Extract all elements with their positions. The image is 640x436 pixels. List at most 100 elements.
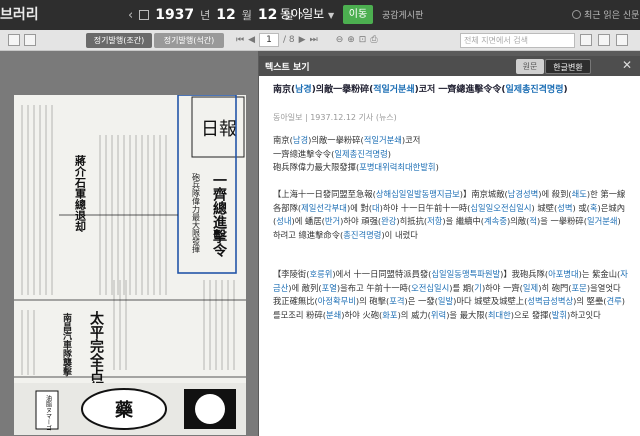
share-board-link[interactable]: 공감게시판 [382,8,423,21]
top-bar: 브러리 ‹ 1937 년 12 월 12 일 › 동아일보 ▼ 이동 공감게시판… [0,0,640,30]
left-headline-3: 南昌汽車隊襲擊 [61,312,73,377]
text-segment: )은 一發( [404,296,438,306]
month-value[interactable]: 12 [216,7,235,23]
hangul-reading: 호릉위 [309,269,333,279]
hangul-reading: 아정확무비 [317,296,356,306]
hangul-reading: 일발 [437,296,454,306]
year-suffix: 년 [200,9,211,22]
text-segment: )을布고 午前十一時( [336,282,412,293]
text-segment: 【李陵街( [273,269,310,279]
hangul-reading: 상해십일일발동맹지급보 [375,189,460,199]
newspaper-scan-area[interactable]: 日報 一齊總進擊令 砲兵隊偉力最大限發揮 蔣介石軍總退却 太平完全占領 南昌汽車… [0,51,258,436]
chevron-down-icon: ▼ [328,11,335,20]
hangul-reading: 일제 [522,282,539,293]
hangul-reading: 최대한 [487,309,511,320]
page-input[interactable]: 1 [259,33,280,47]
pager: ⏮ ◀ 1 / 8 ▶ ⏭ ⊖ ⊕ ⊡ ⎙ [236,33,378,47]
grid-icon[interactable] [24,34,36,46]
year-value[interactable]: 1937 [155,7,194,23]
text-segment: )하야 火砲( [341,309,383,320]
last-page-icon[interactable]: ⏭ [310,35,318,45]
text-segment: )하고잇다 [567,309,601,320]
list-icon[interactable] [8,34,20,46]
hangul-reading: 저항 [427,216,443,226]
text-segment: )을 繼續中( [442,216,485,226]
text-segment: 【上海十一日發同盟至急報( [273,189,376,199]
hangul-reading: 화포 [382,309,398,320]
text-segment: )으로 發揮( [510,309,552,320]
clock-icon [572,10,581,19]
hangul-reading: 쇄도 [571,189,587,199]
hangul-reading: 총진격명령 [343,229,382,240]
go-button[interactable]: 이동 [343,5,373,24]
title-seg: )코저 一齊總進擊令令( [414,85,506,95]
text-segment: )】南京城敵( [459,189,508,199]
text-segment: )에 敵列( [288,282,322,293]
subhead-line: 一齊總進擊令令(일제총진격명령) [273,148,628,162]
hangul-reading: 완강 [381,216,397,226]
hangul-reading: 포격 [389,296,405,306]
zoom-out-icon[interactable]: ⊖ [336,35,344,45]
title-seg-hl: 남경 [295,85,312,95]
hangul-convert-button[interactable]: 한글변환 [545,59,591,74]
text-segment: )히抵抗( [396,216,428,226]
tab-morning-edition[interactable]: 정기발행(조간) [86,33,152,48]
newspaper-select[interactable]: 동아일보 ▼ [280,5,334,22]
recent-papers-link[interactable]: 최근 읽은 신문 [572,8,639,21]
text-segment: )를 期( [449,282,475,293]
hangul-reading: 일제총진격명령 [334,148,388,159]
title-seg: 南京( [273,85,296,95]
search-icon[interactable] [580,34,592,46]
panel-header: 텍스트 보기 원문 한글변환 ✕ [259,56,640,76]
hangul-reading: 십일일동맹특파원발 [431,269,501,279]
text-segment: )을 一擧粉碎( [537,216,587,226]
hangul-reading: 반거 [324,216,341,226]
text-segment: )에 蟠居( [291,216,325,226]
day-value[interactable]: 12 [258,7,277,23]
text-segment: 砲兵隊偉力最大限發揮( [273,162,360,172]
text-segment: )에 殺到( [538,189,572,199]
hangul-reading: 십일일오전십일시 [470,202,532,213]
text-segment: )을 最大限( [446,309,488,320]
sub-headline: 砲兵隊偉力最大限發揮 [192,172,201,254]
article-subheads: 南京(남경)의敵一擧粉碎(적일거분쇄)코저 一齊總進擊令令(일제총진격명령) 砲兵隊… [273,134,628,175]
text-segment: )하야 十一日午前十一時( [379,202,471,213]
title-seg: ) [563,85,568,95]
zoom-in-icon[interactable]: ⊕ [347,35,355,45]
hangul-reading: 계속중 [484,216,507,226]
hangul-reading: 아포병대 [548,269,579,279]
text-segment: )는 紫金山( [578,269,621,279]
text-view-panel: 텍스트 보기 원문 한글변환 ✕ 南京(남경)의敵一擧粉碎(적일거분쇄)코저 一… [259,56,640,436]
first-page-icon[interactable]: ⏮ [236,35,244,45]
title-seg: )의敵一擧粉碎( [311,85,374,95]
search-input[interactable]: 전체 지면에서 검색 [460,33,575,48]
hangul-reading: 남경 [292,135,309,145]
hangul-reading: 위력 [430,309,447,320]
ad-text-2: 油脂ヌマーゴ [45,394,52,431]
tab-evening-edition[interactable]: 정기발행(석간) [154,33,224,48]
prev-day-icon[interactable]: ‹ [128,8,133,23]
prev-page-icon[interactable]: ◀ [248,35,255,45]
original-text-button[interactable]: 원문 [516,59,544,74]
recent-papers-label: 최근 읽은 신문 [584,11,640,21]
fit-icon[interactable]: ⊡ [359,35,367,45]
calendar-icon[interactable] [139,10,150,20]
hangul-reading: 포문 [571,282,587,293]
text-segment: 南京( [273,135,293,145]
article-title: 南京(남경)의敵一擧粉碎(적일거분쇄)코저 一齊總進擊令令(일제총진격명령) [273,84,628,97]
help-icon[interactable] [616,34,628,46]
subhead-line: 南京(남경)의敵一擧粉碎(적일거분쇄)코저 [273,134,628,148]
option-icon[interactable] [598,34,610,46]
print-icon[interactable]: ⎙ [370,35,377,45]
text-segment: )의 砲擊( [355,296,390,306]
hangul-reading: 견루 [606,296,622,306]
hangul-reading: 대 [372,202,380,213]
newspaper-select-value: 동아일보 [280,7,325,21]
viewer-toolbar: 정기발행(조간) 정기발행(석간) ⏮ ◀ 1 / 8 ▶ ⏭ ⊖ ⊕ ⊡ ⎙ … [0,30,640,51]
close-icon[interactable]: ✕ [622,58,632,72]
page-total: / 8 [283,35,295,45]
hangul-reading: 적 [529,216,537,226]
article-paragraph-1: 【上海十一日發同盟至急報(상해십일일발동맹지급보)】南京城敵(남경성벽)에 殺到… [273,188,628,242]
masthead-text: 日報 [201,119,237,140]
next-page-icon[interactable]: ▶ [299,35,306,45]
